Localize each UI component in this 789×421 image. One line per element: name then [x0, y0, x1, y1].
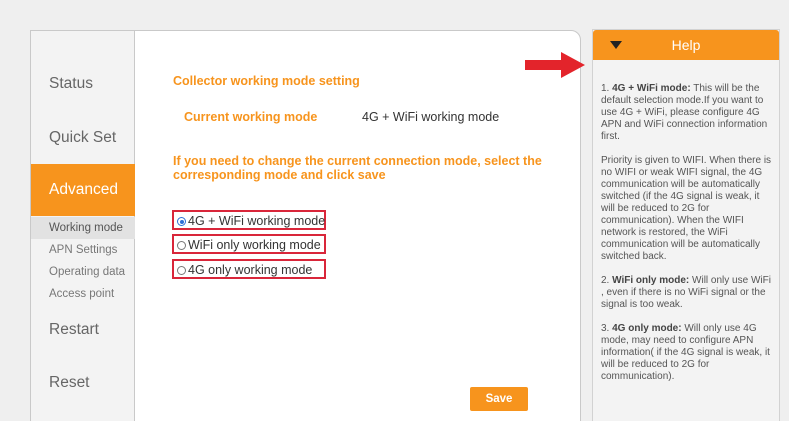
sidebar-item-restart[interactable]: Restart: [31, 321, 135, 339]
content-area: Collector working mode setting Current w…: [136, 30, 581, 421]
sidebar-item-advanced[interactable]: Advanced: [31, 164, 135, 216]
option-wifi-only[interactable]: WiFi only working mode: [172, 234, 326, 254]
help-item-1b: Priority is given to WIFI. When there is…: [601, 155, 775, 263]
sidebar: Status Quick Set Advanced Working mode A…: [30, 30, 135, 421]
current-mode-label: Current working mode: [184, 110, 318, 124]
option-label: WiFi only working mode: [188, 238, 321, 252]
help-item-number: 3.: [601, 323, 610, 334]
sidebar-subitem-working-mode[interactable]: Working mode: [31, 217, 135, 239]
page-title: Collector working mode setting: [173, 74, 360, 88]
instruction-text: If you need to change the current connec…: [173, 154, 542, 182]
option-label: 4G only working mode: [188, 263, 313, 277]
option-4g-wifi[interactable]: 4G + WiFi working mode: [172, 210, 326, 230]
radio-icon[interactable]: [177, 266, 186, 275]
sidebar-item-reset[interactable]: Reset: [31, 374, 135, 392]
stage: Status Quick Set Advanced Working mode A…: [0, 0, 789, 421]
help-panel: Help 1. 4G + WiFi mode: This will be the…: [592, 29, 780, 421]
help-item-number: 1.: [601, 83, 610, 94]
help-item-heading: 4G only mode:: [612, 323, 682, 334]
help-item-heading: WiFi only mode:: [612, 275, 690, 286]
radio-icon[interactable]: [177, 241, 186, 250]
sidebar-subitem-operating-data[interactable]: Operating data: [31, 261, 135, 283]
sidebar-subitem-apn-settings[interactable]: APN Settings: [31, 239, 135, 261]
radio-icon-checked[interactable]: [177, 217, 186, 226]
help-item-text: Priority is given to WIFI. When there is…: [601, 155, 772, 262]
current-mode-value: 4G + WiFi working mode: [362, 110, 500, 124]
sidebar-item-status[interactable]: Status: [31, 75, 135, 93]
help-item-3: 3. 4G only mode: Will only use 4G mode, …: [601, 323, 775, 383]
help-item-1: 1. 4G + WiFi mode: This will be the defa…: [601, 83, 775, 143]
red-arrow-icon: [525, 52, 585, 78]
help-item-number: 2.: [601, 275, 610, 286]
option-4g-only[interactable]: 4G only working mode: [172, 259, 326, 279]
sidebar-item-quick-set[interactable]: Quick Set: [31, 129, 135, 147]
option-label: 4G + WiFi working mode: [188, 214, 326, 228]
help-item-heading: 4G + WiFi mode:: [612, 83, 691, 94]
save-button[interactable]: Save: [470, 387, 528, 411]
help-title: Help: [671, 37, 701, 53]
help-body: 1. 4G + WiFi mode: This will be the defa…: [601, 83, 775, 395]
sidebar-subitem-access-point[interactable]: Access point: [31, 283, 135, 305]
help-item-2: 2. WiFi only mode: Will only use WiFi , …: [601, 275, 775, 311]
help-header[interactable]: Help: [593, 30, 779, 60]
triangle-down-icon[interactable]: [610, 41, 622, 49]
